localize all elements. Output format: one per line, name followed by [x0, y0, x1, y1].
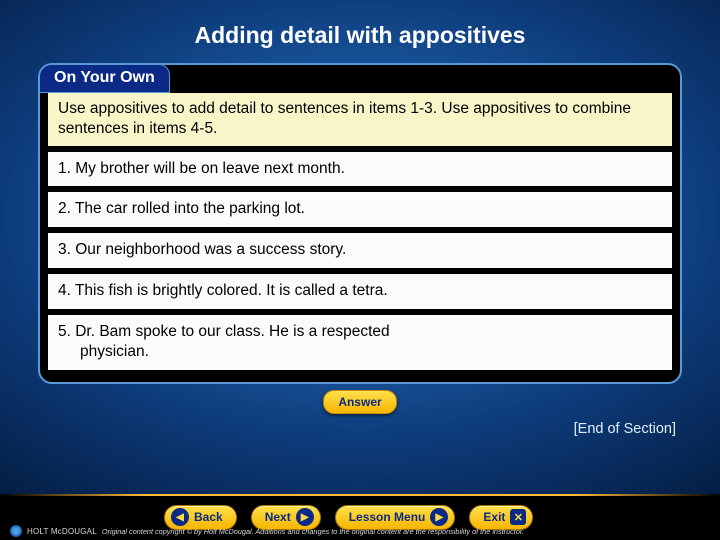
menu-label: Lesson Menu: [349, 510, 426, 524]
content-panel: On Your Own Use appositives to add detai…: [38, 63, 682, 384]
publisher-logo-icon: [10, 525, 22, 537]
exit-x-icon: ✕: [510, 509, 526, 525]
next-label: Next: [265, 510, 291, 524]
answer-button[interactable]: Answer: [323, 390, 396, 414]
section-subheader: On Your Own: [39, 64, 170, 93]
copyright-line: HOLT McDOUGAL Original content copyright…: [10, 525, 524, 537]
instructions-text: Use appositives to add detail to sentenc…: [48, 93, 672, 146]
exercise-item-3: 3. Our neighborhood was a success story.: [48, 233, 672, 268]
end-of-section-label: [End of Section]: [0, 414, 720, 437]
back-label: Back: [194, 510, 223, 524]
item5-line2: physician.: [58, 342, 662, 362]
back-arrow-icon: ◀: [171, 508, 189, 526]
exercise-item-4: 4. This fish is brightly colored. It is …: [48, 274, 672, 309]
next-arrow-icon: ▶: [296, 508, 314, 526]
exit-label: Exit: [483, 510, 505, 524]
publisher-brand: HOLT McDOUGAL: [27, 527, 97, 536]
page-title: Adding detail with appositives: [0, 0, 720, 63]
exercise-item-1: 1. My brother will be on leave next mont…: [48, 152, 672, 187]
menu-arrow-icon: ▶: [430, 508, 448, 526]
copyright-text: Original content copyright © by Holt McD…: [102, 527, 524, 536]
exercise-item-2: 2. The car rolled into the parking lot.: [48, 192, 672, 227]
exercise-item-5: 5. Dr. Bam spoke to our class. He is a r…: [48, 315, 672, 370]
item5-line1: 5. Dr. Bam spoke to our class. He is a r…: [58, 323, 390, 340]
